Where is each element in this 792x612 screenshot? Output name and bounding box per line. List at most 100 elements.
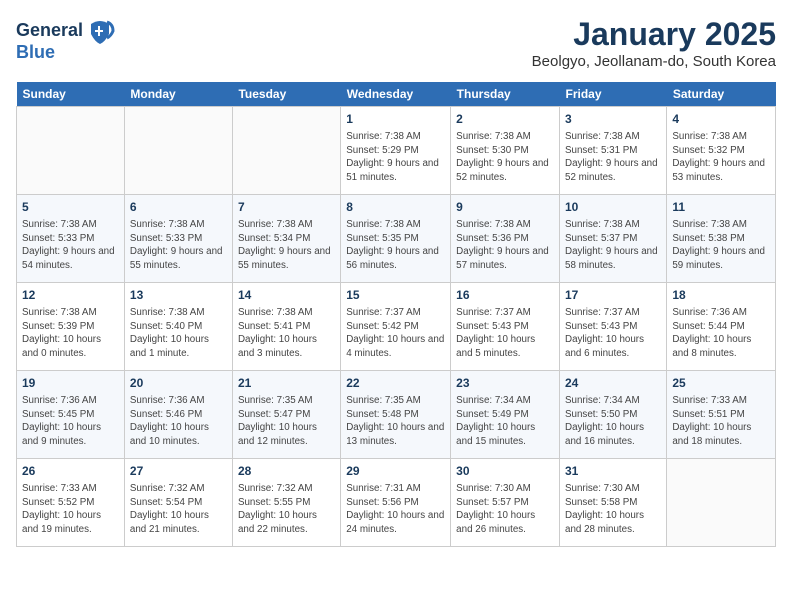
day-number: 22 bbox=[346, 375, 445, 392]
day-number: 5 bbox=[22, 199, 119, 216]
day-number: 14 bbox=[238, 287, 335, 304]
empty-cell bbox=[124, 107, 232, 195]
day-cell-18: 18 Sunrise: 7:36 AM Sunset: 5:44 PM Dayli… bbox=[667, 283, 776, 371]
day-number: 11 bbox=[672, 199, 770, 216]
day-info: Sunrise: 7:37 AM Sunset: 5:43 PM Dayligh… bbox=[565, 306, 661, 361]
day-cell-1: 1 Sunrise: 7:38 AM Sunset: 5:29 PM Daylig… bbox=[341, 107, 451, 195]
day-cell-23: 23 Sunrise: 7:34 AM Sunset: 5:49 PM Dayli… bbox=[451, 371, 560, 459]
day-info: Sunrise: 7:32 AM Sunset: 5:54 PM Dayligh… bbox=[130, 482, 227, 537]
week-row-2: 5 Sunrise: 7:38 AM Sunset: 5:33 PM Daylig… bbox=[17, 195, 776, 283]
day-info: Sunrise: 7:32 AM Sunset: 5:55 PM Dayligh… bbox=[238, 482, 335, 537]
day-number: 16 bbox=[456, 287, 554, 304]
day-info: Sunrise: 7:30 AM Sunset: 5:57 PM Dayligh… bbox=[456, 482, 554, 537]
day-cell-21: 21Sunrise: 7:35 AM Sunset: 5:47 PM Dayli… bbox=[232, 371, 340, 459]
day-info: Sunrise: 7:35 AM Sunset: 5:48 PM Dayligh… bbox=[346, 394, 445, 449]
day-info: Sunrise: 7:38 AM Sunset: 5:34 PM Dayligh… bbox=[238, 218, 335, 273]
day-cell-12: 12Sunrise: 7:38 AM Sunset: 5:39 PM Dayli… bbox=[17, 283, 125, 371]
day-number: 3 bbox=[565, 111, 661, 128]
week-row-3: 12Sunrise: 7:38 AM Sunset: 5:39 PM Dayli… bbox=[17, 283, 776, 371]
day-number: 8 bbox=[346, 199, 445, 216]
logo: General Blue bbox=[16, 16, 115, 63]
day-number: 2 bbox=[456, 111, 554, 128]
day-header-tuesday: Tuesday bbox=[232, 82, 340, 107]
day-cell-24: 24 Sunrise: 7:34 AM Sunset: 5:50 PM Dayli… bbox=[560, 371, 667, 459]
day-info: Sunrise: 7:38 AM Sunset: 5:36 PM Dayligh… bbox=[456, 218, 554, 273]
day-header-friday: Friday bbox=[560, 82, 667, 107]
calendar-table: SundayMondayTuesdayWednesdayThursdayFrid… bbox=[16, 82, 776, 547]
day-cell-11: 11Sunrise: 7:38 AM Sunset: 5:38 PM Dayli… bbox=[667, 195, 776, 283]
day-cell-30: 30 Sunrise: 7:30 AM Sunset: 5:57 PM Dayli… bbox=[451, 459, 560, 547]
day-cell-27: 27 Sunrise: 7:32 AM Sunset: 5:54 PM Dayli… bbox=[124, 459, 232, 547]
day-number: 30 bbox=[456, 463, 554, 480]
day-info: Sunrise: 7:34 AM Sunset: 5:50 PM Dayligh… bbox=[565, 394, 661, 449]
day-info: Sunrise: 7:34 AM Sunset: 5:49 PM Dayligh… bbox=[456, 394, 554, 449]
day-cell-13: 13 Sunrise: 7:38 AM Sunset: 5:40 PM Dayli… bbox=[124, 283, 232, 371]
day-info: Sunrise: 7:38 AM Sunset: 5:37 PM Dayligh… bbox=[565, 218, 661, 273]
empty-cell bbox=[232, 107, 340, 195]
day-number: 23 bbox=[456, 375, 554, 392]
day-info: Sunrise: 7:35 AM Sunset: 5:47 PM Dayligh… bbox=[238, 394, 335, 449]
day-number: 10 bbox=[565, 199, 661, 216]
day-cell-25: 25 Sunrise: 7:33 AM Sunset: 5:51 PM Dayli… bbox=[667, 371, 776, 459]
day-cell-5: 5 Sunrise: 7:38 AM Sunset: 5:33 PM Daylig… bbox=[17, 195, 125, 283]
day-header-saturday: Saturday bbox=[667, 82, 776, 107]
day-cell-3: 3 Sunrise: 7:38 AM Sunset: 5:31 PM Daylig… bbox=[560, 107, 667, 195]
day-info: Sunrise: 7:38 AM Sunset: 5:35 PM Dayligh… bbox=[346, 218, 445, 273]
day-header-thursday: Thursday bbox=[451, 82, 560, 107]
day-number: 7 bbox=[238, 199, 335, 216]
day-cell-17: 17Sunrise: 7:37 AM Sunset: 5:43 PM Dayli… bbox=[560, 283, 667, 371]
day-cell-9: 9 Sunrise: 7:38 AM Sunset: 5:36 PM Daylig… bbox=[451, 195, 560, 283]
day-info: Sunrise: 7:36 AM Sunset: 5:44 PM Dayligh… bbox=[672, 306, 770, 361]
day-info: Sunrise: 7:36 AM Sunset: 5:46 PM Dayligh… bbox=[130, 394, 227, 449]
day-cell-16: 16 Sunrise: 7:37 AM Sunset: 5:43 PM Dayli… bbox=[451, 283, 560, 371]
day-info: Sunrise: 7:37 AM Sunset: 5:43 PM Dayligh… bbox=[456, 306, 554, 361]
day-number: 6 bbox=[130, 199, 227, 216]
day-number: 28 bbox=[238, 463, 335, 480]
day-info: Sunrise: 7:38 AM Sunset: 5:31 PM Dayligh… bbox=[565, 130, 661, 185]
day-info: Sunrise: 7:38 AM Sunset: 5:39 PM Dayligh… bbox=[22, 306, 119, 361]
empty-cell bbox=[667, 459, 776, 547]
day-header-sunday: Sunday bbox=[17, 82, 125, 107]
day-cell-31: 31 Sunrise: 7:30 AM Sunset: 5:58 PM Dayli… bbox=[560, 459, 667, 547]
month-title: January 2025 bbox=[532, 16, 776, 53]
day-cell-28: 28 Sunrise: 7:32 AM Sunset: 5:55 PM Dayli… bbox=[232, 459, 340, 547]
day-number: 25 bbox=[672, 375, 770, 392]
title-block: January 2025 Beolgyo, Jeollanam-do, Sout… bbox=[532, 16, 776, 70]
day-header-wednesday: Wednesday bbox=[341, 82, 451, 107]
day-number: 15 bbox=[346, 287, 445, 304]
day-cell-19: 19Sunrise: 7:36 AM Sunset: 5:45 PM Dayli… bbox=[17, 371, 125, 459]
day-info: Sunrise: 7:33 AM Sunset: 5:51 PM Dayligh… bbox=[672, 394, 770, 449]
day-cell-22: 22 Sunrise: 7:35 AM Sunset: 5:48 PM Dayli… bbox=[341, 371, 451, 459]
day-info: Sunrise: 7:38 AM Sunset: 5:40 PM Dayligh… bbox=[130, 306, 227, 361]
day-cell-14: 14 Sunrise: 7:38 AM Sunset: 5:41 PM Dayli… bbox=[232, 283, 340, 371]
location: Beolgyo, Jeollanam-do, South Korea bbox=[532, 53, 776, 70]
week-row-4: 19Sunrise: 7:36 AM Sunset: 5:45 PM Dayli… bbox=[17, 371, 776, 459]
day-info: Sunrise: 7:38 AM Sunset: 5:30 PM Dayligh… bbox=[456, 130, 554, 185]
day-info: Sunrise: 7:38 AM Sunset: 5:32 PM Dayligh… bbox=[672, 130, 770, 185]
day-info: Sunrise: 7:37 AM Sunset: 5:42 PM Dayligh… bbox=[346, 306, 445, 361]
day-info: Sunrise: 7:38 AM Sunset: 5:41 PM Dayligh… bbox=[238, 306, 335, 361]
week-row-5: 26Sunrise: 7:33 AM Sunset: 5:52 PM Dayli… bbox=[17, 459, 776, 547]
day-number: 19 bbox=[22, 375, 119, 392]
days-header-row: SundayMondayTuesdayWednesdayThursdayFrid… bbox=[17, 82, 776, 107]
day-number: 13 bbox=[130, 287, 227, 304]
day-info: Sunrise: 7:30 AM Sunset: 5:58 PM Dayligh… bbox=[565, 482, 661, 537]
day-number: 1 bbox=[346, 111, 445, 128]
day-number: 24 bbox=[565, 375, 661, 392]
day-cell-26: 26Sunrise: 7:33 AM Sunset: 5:52 PM Dayli… bbox=[17, 459, 125, 547]
day-info: Sunrise: 7:38 AM Sunset: 5:29 PM Dayligh… bbox=[346, 130, 445, 185]
day-info: Sunrise: 7:38 AM Sunset: 5:33 PM Dayligh… bbox=[130, 218, 227, 273]
day-cell-10: 10 Sunrise: 7:38 AM Sunset: 5:37 PM Dayli… bbox=[560, 195, 667, 283]
day-cell-7: 7 Sunrise: 7:38 AM Sunset: 5:34 PM Daylig… bbox=[232, 195, 340, 283]
day-number: 20 bbox=[130, 375, 227, 392]
day-info: Sunrise: 7:38 AM Sunset: 5:33 PM Dayligh… bbox=[22, 218, 119, 273]
empty-cell bbox=[17, 107, 125, 195]
day-number: 27 bbox=[130, 463, 227, 480]
day-number: 9 bbox=[456, 199, 554, 216]
day-cell-4: 4 Sunrise: 7:38 AM Sunset: 5:32 PM Daylig… bbox=[667, 107, 776, 195]
day-number: 31 bbox=[565, 463, 661, 480]
day-cell-2: 2 Sunrise: 7:38 AM Sunset: 5:30 PM Daylig… bbox=[451, 107, 560, 195]
day-info: Sunrise: 7:31 AM Sunset: 5:56 PM Dayligh… bbox=[346, 482, 445, 537]
day-number: 4 bbox=[672, 111, 770, 128]
day-number: 18 bbox=[672, 287, 770, 304]
